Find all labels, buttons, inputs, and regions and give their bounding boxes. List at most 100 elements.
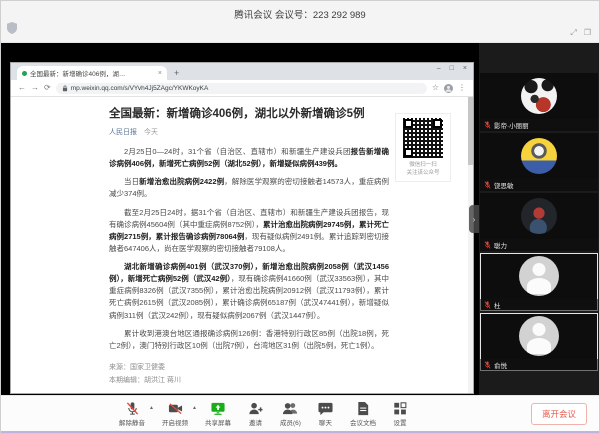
leave-meeting-button[interactable]: 离开会议	[531, 403, 587, 425]
article-footer-source: 来源：国家卫健委	[109, 361, 389, 374]
participant-video	[480, 73, 598, 119]
toolbar-label: 开启视频	[162, 417, 188, 427]
article-paragraph: 当日新增治愈出院病例2422例，解除医学观察的密切接触者14573人，重症病例减…	[109, 176, 389, 200]
participants-panel: 影帝·小丽丽 饶思敏 聪力	[479, 43, 599, 395]
article-paragraph: 2月25日0—24时，31个省（自治区、直辖市）和新疆生产建设兵团报告新增确诊病…	[109, 146, 389, 170]
maximize-icon[interactable]: □	[450, 65, 454, 72]
new-tab-button[interactable]: +	[174, 68, 179, 78]
mic-muted-icon	[484, 181, 491, 189]
close-icon[interactable]: ×	[463, 65, 467, 72]
expand-icon[interactable]: ⤢	[570, 28, 576, 38]
url-text: mp.weixin.qq.com/s/VYvh4Jj5ZAgc/YKWKoyKA	[71, 85, 209, 92]
shared-screen-browser: 全国最新：新增确诊406例，湖… × + – □ × ← → ⟳ mp.weix…	[11, 63, 473, 393]
meeting-title: 腾讯会议 会议号：223 292 989	[1, 7, 599, 21]
article-source-link[interactable]: 人民日报	[109, 129, 137, 136]
participant-name-bar: 饶思敏	[480, 179, 598, 191]
share-screen-button[interactable]: 共享屏幕	[205, 401, 231, 427]
article-paragraphs: 2月25日0—24时，31个省（自治区、直辖市）和新疆生产建设兵团报告新增确诊病…	[109, 146, 389, 352]
toolbar-label: 聊天	[319, 417, 332, 427]
scrollbar-thumb[interactable]	[468, 97, 473, 165]
mic-muted-icon	[484, 301, 491, 309]
video-options-caret-icon[interactable]: ▲	[192, 405, 197, 411]
qr-panel: 微信扫一扫 关注该公众号	[395, 113, 451, 182]
article-title: 全国最新：新增确诊406例，湖北以外新增确诊5例	[109, 107, 389, 122]
browser-tabbar: 全国最新：新增确诊406例，湖… × + – □ ×	[11, 63, 473, 80]
article-byline: 人民日报 今天	[109, 127, 389, 137]
participant-name: 影帝·小丽丽	[494, 120, 529, 130]
participant-tile[interactable]: 杜	[480, 253, 598, 311]
participant-name: 俞悦	[494, 360, 507, 370]
lock-icon	[62, 85, 68, 92]
participant-video	[480, 193, 598, 239]
members-button[interactable]: 成员(6)	[280, 401, 301, 427]
settings-button[interactable]: 设置	[393, 401, 407, 427]
settings-grid-icon	[393, 401, 407, 416]
restore-layout-icon[interactable]: ❐	[584, 28, 591, 38]
toolbar-label: 解除静音	[119, 417, 145, 427]
participant-avatar	[521, 78, 557, 114]
article-footer-editor: 本期编辑：胡洪江 蒋川	[109, 374, 389, 387]
toolbar-label: 共享屏幕	[205, 417, 231, 427]
participant-tile[interactable]: 聪力	[480, 193, 598, 251]
article: 全国最新：新增确诊406例，湖北以外新增确诊5例 人民日报 今天 2月25日0—…	[109, 107, 389, 388]
participant-tile[interactable]: 俞悦	[480, 313, 598, 371]
meeting-docs-button[interactable]: 会议文档	[350, 401, 376, 427]
participant-name-bar: 俞悦	[480, 359, 598, 371]
participant-video	[480, 253, 598, 299]
invite-person-icon	[248, 401, 263, 416]
article-paragraph: 湖北新增确诊病例401例（武汉370例），新增治愈出院病例2058例（武汉145…	[109, 261, 389, 322]
forward-icon[interactable]: →	[31, 84, 39, 92]
invite-button[interactable]: 邀请	[248, 401, 263, 427]
mic-muted-icon	[484, 121, 491, 129]
participant-video	[480, 133, 598, 179]
address-bar[interactable]: mp.weixin.qq.com/s/VYvh4Jj5ZAgc/YKWKoyKA	[56, 83, 427, 94]
participant-tile[interactable]: 饶思敏	[480, 133, 598, 191]
participant-name: 杜	[494, 300, 501, 310]
toolbar-label: 邀请	[249, 417, 262, 427]
reload-icon[interactable]: ⟳	[44, 84, 51, 92]
browser-urlbar: ← → ⟳ mp.weixin.qq.com/s/VYvh4Jj5ZAgc/YK…	[11, 80, 473, 97]
screen-share-icon	[210, 401, 226, 416]
meeting-stage: 全国最新：新增确诊406例，湖… × + – □ × ← → ⟳ mp.weix…	[1, 43, 599, 395]
article-footer: 来源：国家卫健委 本期编辑：胡洪江 蒋川	[109, 361, 389, 388]
security-shield-icon	[7, 21, 17, 39]
participant-name-bar: 影帝·小丽丽	[480, 119, 598, 131]
article-time: 今天	[144, 129, 158, 136]
participant-video	[480, 313, 598, 359]
chat-bubble-icon	[318, 401, 333, 416]
qr-caption-2: 关注该公众号	[398, 169, 448, 177]
start-video-button[interactable]: 开启视频 ▲	[162, 401, 188, 427]
tab-close-icon[interactable]: ×	[158, 70, 162, 77]
back-icon[interactable]: ←	[18, 84, 26, 92]
page-scrollbar[interactable]	[468, 97, 473, 393]
tab-title: 全国最新：新增确诊406例，湖…	[30, 68, 155, 78]
participant-name-bar: 杜	[480, 299, 598, 311]
bookmark-star-icon[interactable]: ☆	[432, 84, 439, 92]
chat-button[interactable]: 聊天	[318, 401, 333, 427]
unmute-button[interactable]: 解除静音 ▲	[119, 401, 145, 427]
participant-tile[interactable]: 影帝·小丽丽	[480, 73, 598, 131]
toolbar-label: 会议文档	[350, 417, 376, 427]
window-titlebar: 腾讯会议 会议号：223 292 989 ⤢ ❐	[1, 1, 599, 43]
audio-options-caret-icon[interactable]: ▲	[149, 405, 154, 411]
header-window-icons: ⤢ ❐	[570, 28, 591, 38]
meeting-toolbar: 解除静音 ▲ 开启视频 ▲ 共享屏幕 邀请 成员(6) 聊天 会议文档	[1, 395, 599, 433]
mic-muted-icon	[484, 361, 491, 369]
camera-off-icon	[168, 401, 183, 416]
participant-avatar	[519, 256, 559, 296]
browser-tab[interactable]: 全国最新：新增确诊406例，湖… ×	[17, 66, 167, 80]
article-paragraph: 累计收到港澳台地区通报确诊病例126例：香港特别行政区85例（出院18例，死亡2…	[109, 328, 389, 352]
mic-muted-icon	[484, 241, 491, 249]
article-paragraph: 截至2月25日24时，据31个省（自治区、直辖市）和新疆生产建设兵团报告，现有确…	[109, 207, 389, 256]
members-icon	[282, 401, 298, 416]
toolbar-label: 设置	[393, 417, 406, 427]
mic-muted-icon	[125, 401, 140, 416]
browser-menu-icon[interactable]: ⋮	[458, 84, 466, 92]
toolbar-label: 成员(6)	[280, 417, 301, 427]
browser-window-controls: – □ ×	[437, 65, 467, 72]
qr-code	[403, 118, 443, 158]
profile-avatar[interactable]	[444, 84, 453, 93]
document-icon	[356, 401, 370, 416]
minimize-icon[interactable]: –	[437, 65, 441, 72]
collapse-panel-handle[interactable]: ›	[469, 205, 479, 233]
